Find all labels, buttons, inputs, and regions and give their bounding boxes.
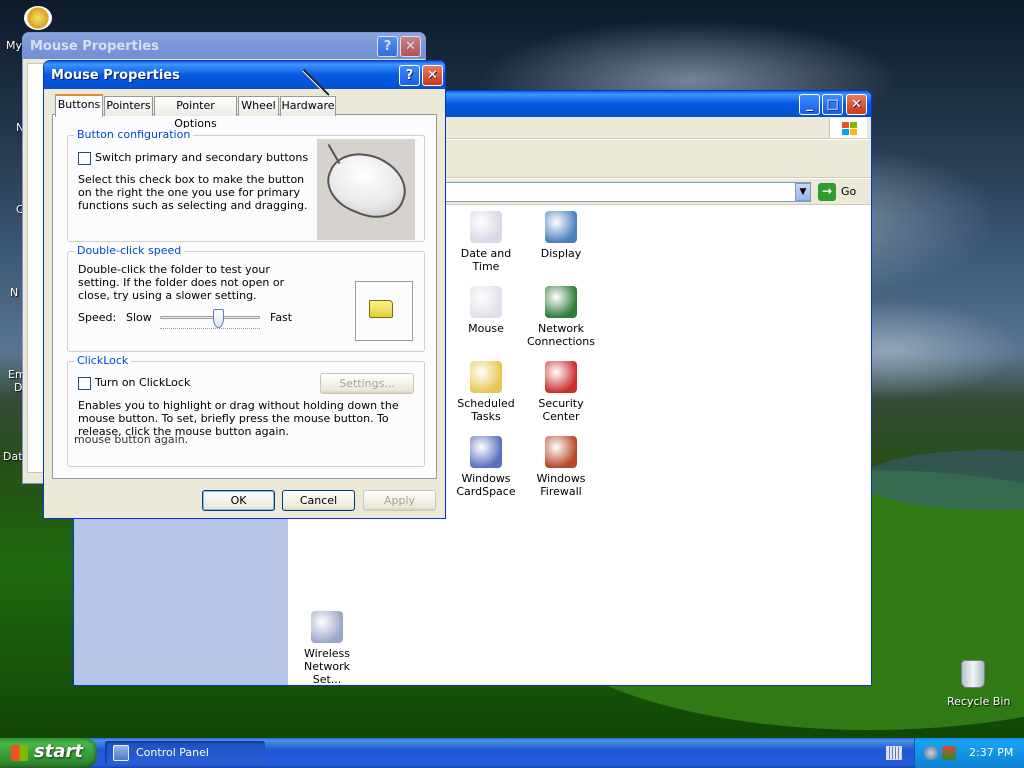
slider-ticks xyxy=(160,328,260,329)
clicklock-group: ClickLock Turn on ClickLock Settings... … xyxy=(67,354,425,467)
windows-cardspace-icon xyxy=(470,436,502,468)
button-config-description: Select this check box to make the button… xyxy=(78,173,308,212)
cp-item-date-time[interactable]: Date and Time xyxy=(449,211,523,273)
minimize-button[interactable]: _ xyxy=(799,94,820,115)
close-button[interactable]: ✕ xyxy=(422,65,443,86)
security-center-icon xyxy=(545,361,577,393)
mouse-properties-dialog: Mouse Properties ? ✕ Buttons Pointers Po… xyxy=(43,60,446,519)
tab-buttons[interactable]: Buttons xyxy=(55,94,103,117)
fast-label: Fast xyxy=(270,311,293,324)
checkbox-label: Turn on ClickLock xyxy=(95,376,191,389)
cp-item-label: Scheduled Tasks xyxy=(457,397,515,423)
group-label: ClickLock xyxy=(74,354,132,367)
slow-label: Slow xyxy=(126,311,152,324)
tab-pointers[interactable]: Pointers xyxy=(104,96,153,116)
mouse-illustration-icon xyxy=(317,139,415,240)
desktop-icon-label[interactable]: My xyxy=(6,39,22,52)
windows-firewall-icon xyxy=(545,436,577,468)
taskbar: start Control Panel 2:37 PM xyxy=(0,738,1024,768)
clicklock-description-ghost: mouse button again. xyxy=(74,433,189,446)
go-label: Go xyxy=(841,185,857,198)
start-button[interactable]: start xyxy=(0,738,97,768)
wireless-network-icon xyxy=(311,611,343,643)
group-label: Button configuration xyxy=(74,128,194,141)
maximize-button[interactable]: □ xyxy=(822,94,843,115)
cp-item-label: Mouse xyxy=(468,322,504,335)
clicklock-checkbox[interactable]: Turn on ClickLock xyxy=(78,376,190,390)
cp-item-windows-firewall[interactable]: Windows Firewall xyxy=(524,436,598,498)
group-label: Double-click speed xyxy=(74,244,185,257)
window-title: Mouse Properties xyxy=(30,39,159,54)
help-button[interactable]: ? xyxy=(399,65,420,86)
tab-hardware[interactable]: Hardware xyxy=(280,96,336,116)
tab-pointer-options[interactable]: Pointer Options xyxy=(154,96,237,130)
cp-item-label: Display xyxy=(540,247,582,260)
double-click-speed-group: Double-click speed Double-click the fold… xyxy=(67,244,425,352)
settings-button[interactable]: Settings... xyxy=(320,373,414,394)
network-connections-icon xyxy=(545,286,577,318)
cp-item-security-center[interactable]: Security Center xyxy=(524,361,598,423)
go-button[interactable]: → Go xyxy=(817,182,867,202)
close-button[interactable]: ✕ xyxy=(846,94,867,115)
speed-label: Speed: xyxy=(78,311,117,324)
start-label: start xyxy=(34,741,83,762)
folder-icon[interactable] xyxy=(369,300,393,318)
scheduled-tasks-icon xyxy=(470,361,502,393)
cp-item-label: Windows CardSpace xyxy=(456,472,516,498)
cp-item-label: Network Connections xyxy=(527,322,595,348)
slider-thumb[interactable] xyxy=(213,309,224,328)
cp-item-label: Windows Firewall xyxy=(536,472,586,498)
recycle-bin-icon[interactable] xyxy=(961,660,985,688)
language-bar-icon[interactable] xyxy=(886,746,902,760)
mouse-icon xyxy=(470,286,502,318)
task-label: Control Panel xyxy=(136,746,209,759)
system-tray: 2:37 PM xyxy=(914,738,1024,768)
recycle-bin-label[interactable]: Recycle Bin xyxy=(947,695,1010,708)
clock[interactable]: 2:37 PM xyxy=(969,746,1013,759)
windows-logo-icon xyxy=(829,118,867,138)
tray-network-icon[interactable] xyxy=(924,746,938,760)
button-configuration-group: Button configuration Switch primary and … xyxy=(67,128,425,242)
control-panel-icon xyxy=(113,745,129,761)
cp-item-mouse[interactable]: Mouse xyxy=(449,286,523,335)
cp-item-label: Security Center xyxy=(538,397,584,423)
cp-item-label: Wireless Network Set... xyxy=(303,647,351,686)
speed-slider[interactable] xyxy=(160,309,260,333)
ok-button[interactable]: OK xyxy=(202,490,275,511)
cancel-button[interactable]: Cancel xyxy=(282,490,355,511)
desktop-icon-mydocs[interactable] xyxy=(24,6,52,30)
cp-item-label: Date and Time xyxy=(460,247,512,273)
taskbar-task-control-panel[interactable]: Control Panel xyxy=(105,741,265,765)
help-button[interactable]: ? xyxy=(377,36,398,57)
tab-wheel[interactable]: Wheel xyxy=(238,96,279,116)
cp-item-wireless-network[interactable]: Wireless Network Set... xyxy=(290,611,364,686)
double-click-description: Double-click the folder to test your set… xyxy=(78,263,285,302)
apply-button[interactable]: Apply xyxy=(363,490,436,511)
address-dropdown-button[interactable]: ▼ xyxy=(795,183,811,201)
date-time-icon xyxy=(470,211,502,243)
go-arrow-icon: → xyxy=(818,183,836,201)
switch-buttons-checkbox[interactable]: Switch primary and secondary buttons xyxy=(78,151,308,165)
test-area[interactable] xyxy=(355,281,413,341)
desktop-icon-label[interactable]: N xyxy=(10,286,18,299)
tray-security-icon[interactable] xyxy=(942,746,956,760)
cp-item-windows-cardspace[interactable]: Windows CardSpace xyxy=(449,436,523,498)
window-title: Mouse Properties xyxy=(51,68,180,83)
windows-flag-icon xyxy=(11,745,28,761)
cp-item-network-connections[interactable]: Network Connections xyxy=(524,286,598,348)
cp-item-scheduled-tasks[interactable]: Scheduled Tasks xyxy=(449,361,523,423)
cp-item-display[interactable]: Display xyxy=(524,211,598,260)
checkbox-label: Switch primary and secondary buttons xyxy=(95,151,309,164)
display-icon xyxy=(545,211,577,243)
close-button[interactable]: ✕ xyxy=(400,36,421,57)
